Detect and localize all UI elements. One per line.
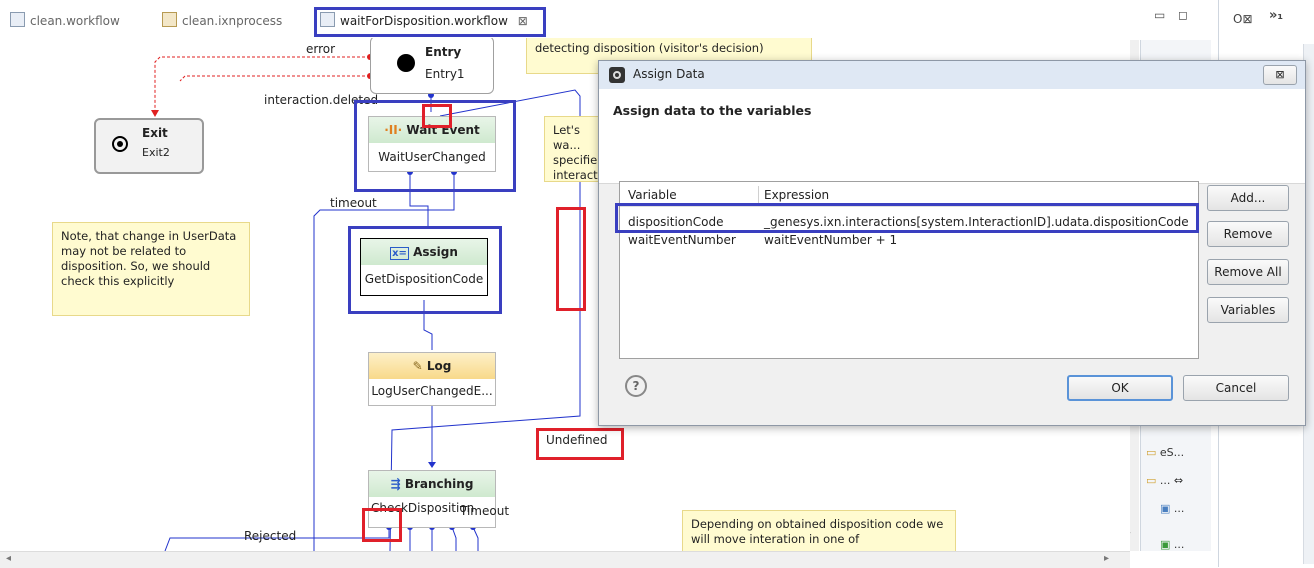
- log-node[interactable]: ✎ Log LogUserChangedE...: [368, 352, 496, 406]
- process-icon: [162, 12, 177, 27]
- exit-name: Exit2: [142, 146, 170, 159]
- scroll-left-icon[interactable]: ◂: [6, 553, 11, 564]
- log-title: Log: [426, 359, 452, 373]
- canvas-horizontal-scrollbar[interactable]: ◂ ▸: [0, 551, 1130, 568]
- help-icon[interactable]: ?: [625, 375, 647, 397]
- remove-button[interactable]: Remove: [1207, 221, 1289, 247]
- outline-tab[interactable]: O⊠: [1233, 12, 1253, 26]
- highlight-tab-frame: [314, 7, 546, 37]
- rejected-label: Rejected: [244, 529, 297, 543]
- exit-end-icon: [112, 136, 128, 152]
- scroll-right-icon[interactable]: ▸: [1104, 553, 1109, 564]
- folder-icon: ▭: [1146, 474, 1157, 487]
- palette-item-file2[interactable]: ▣ ...: [1160, 538, 1184, 551]
- dialog-app-icon: [609, 67, 625, 83]
- maximize-icon[interactable]: ◻: [1178, 8, 1188, 22]
- entry-node[interactable]: Entry Entry1: [370, 38, 494, 94]
- dialog-titlebar[interactable]: Assign Data ⊠: [599, 61, 1305, 90]
- entry-title: Entry: [425, 45, 462, 59]
- highlight-loop-wire: [556, 207, 586, 311]
- view-overflow-icon[interactable]: »₁: [1269, 8, 1283, 23]
- timeout-label: timeout: [330, 196, 377, 210]
- add-button[interactable]: Add...: [1207, 185, 1289, 211]
- ok-button[interactable]: OK: [1067, 375, 1173, 401]
- note-depending: Depending on obtained disposition code w…: [682, 510, 956, 551]
- column-header-variable[interactable]: Variable: [628, 188, 677, 202]
- note-userdata: Note, that change in UserData may not be…: [52, 222, 250, 316]
- file-icon: ▣: [1160, 538, 1171, 551]
- variables-button[interactable]: Variables: [1207, 297, 1289, 323]
- remove-all-button[interactable]: Remove All: [1207, 259, 1289, 285]
- file-icon: ▣: [1160, 502, 1171, 515]
- assign-data-dialog: Assign Data ⊠ Assign data to the variabl…: [598, 60, 1306, 426]
- dialog-header: Assign data to the variables: [599, 89, 1305, 184]
- expression-cell: waitEventNumber + 1: [764, 233, 898, 247]
- entry-start-icon: [397, 54, 415, 72]
- table-row[interactable]: waitEventNumber waitEventNumber + 1: [620, 230, 1198, 250]
- timeout-branch-label: Timeout: [460, 504, 510, 518]
- tab-clean-workflow[interactable]: clean.workflow: [10, 10, 120, 32]
- editor-tab-bar: clean.workflow clean.ixnprocess waitForD…: [0, 0, 1208, 38]
- folder-icon: ▭: [1146, 446, 1157, 459]
- highlight-undefined: [536, 428, 624, 460]
- palette-item-es[interactable]: ▭ eS...: [1146, 446, 1184, 459]
- highlight-assign: [348, 226, 502, 314]
- exit-node[interactable]: Exit Exit2: [94, 118, 204, 174]
- minimize-icon[interactable]: ▭: [1154, 8, 1165, 22]
- highlight-wait-entry: [422, 104, 452, 128]
- column-header-expression[interactable]: Expression: [764, 188, 829, 202]
- entry-name: Entry1: [425, 67, 465, 81]
- pencil-icon: ✎: [412, 359, 423, 373]
- cancel-button[interactable]: Cancel: [1183, 375, 1289, 401]
- variable-cell: waitEventNumber: [628, 233, 736, 247]
- dialog-close-button[interactable]: ⊠: [1263, 65, 1297, 85]
- tab-clean-ixnprocess[interactable]: clean.ixnprocess: [162, 10, 282, 32]
- highlight-branch-output: [362, 508, 402, 542]
- branch-icon: ⇶: [390, 477, 401, 491]
- error-label: error: [306, 42, 336, 56]
- branching-title: Branching: [404, 477, 474, 491]
- highlight-disposition-row: [615, 203, 1199, 233]
- dialog-title: Assign Data: [633, 67, 705, 81]
- palette-item-link[interactable]: ▭ ... ⇔: [1146, 474, 1183, 487]
- workflow-icon: [10, 12, 25, 27]
- palette-item-file1[interactable]: ▣ ...: [1160, 502, 1184, 515]
- log-name: LogUserChangedE...: [371, 384, 493, 398]
- dialog-heading: Assign data to the variables: [613, 103, 812, 118]
- note-wait: Let's wa... specifie... interact...: [544, 116, 609, 182]
- exit-title: Exit: [142, 126, 168, 140]
